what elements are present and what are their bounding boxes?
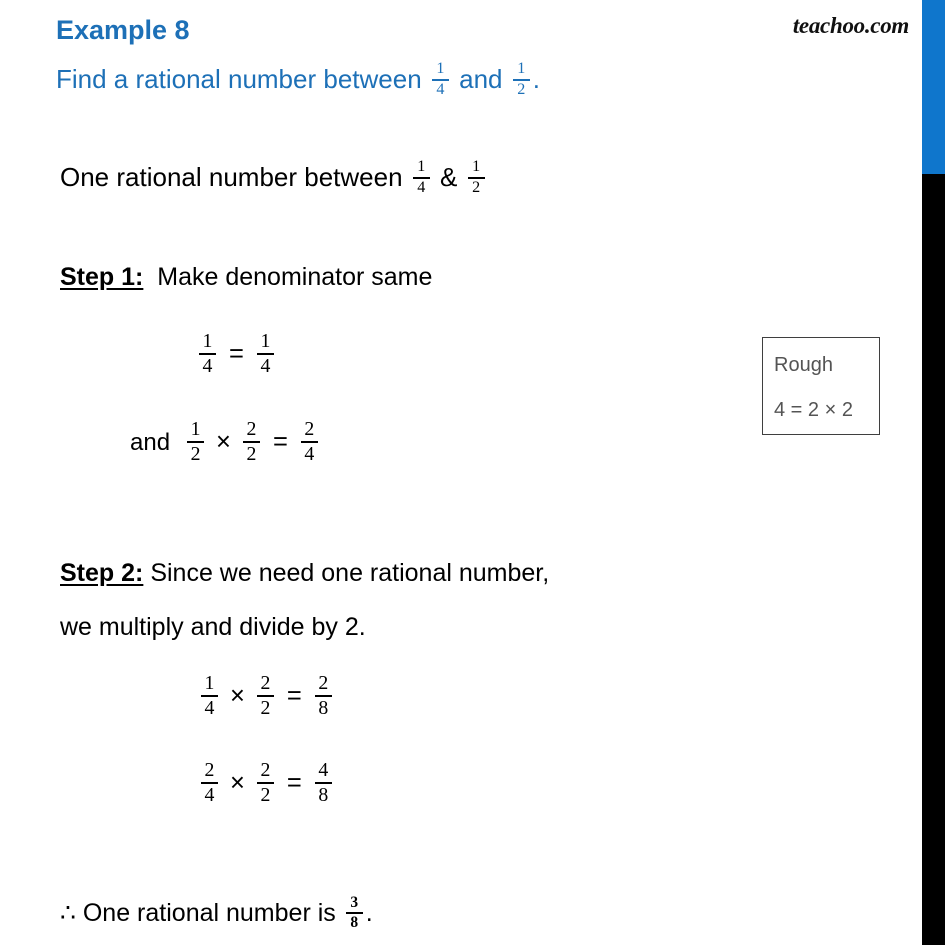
step-2-text-line1: Since we need one rational number,	[150, 559, 550, 587]
intro-prefix: One rational number between	[60, 161, 403, 192]
fraction-denominator: 2	[472, 178, 481, 196]
conclusion-statement: ∴ One rational number is 3 8 .	[60, 894, 373, 933]
fraction-numerator: 2	[260, 759, 271, 781]
fraction-one-half: 1 2	[467, 158, 485, 197]
fraction-one-half: 1 2	[512, 60, 530, 99]
fraction-numerator: 2	[318, 672, 329, 694]
multiply-sign: ×	[216, 428, 231, 457]
intro-joiner: &	[440, 161, 458, 192]
equals-sign: =	[286, 682, 302, 711]
question-statement: Find a rational number between 1 4 and 1…	[56, 60, 540, 100]
fraction-numerator: 2	[246, 418, 257, 440]
fraction-numerator: 1	[436, 60, 445, 77]
multiply-sign: ×	[230, 682, 245, 711]
fraction-numerator: 2	[204, 759, 215, 781]
fraction-denominator: 4	[304, 442, 315, 465]
equals-sign: =	[286, 769, 302, 798]
question-prefix: Find a rational number between	[56, 63, 422, 94]
fraction-2-over-4: 24	[201, 760, 218, 806]
equation-step2-2: 2 4 × 2 2 = 4 8	[198, 759, 335, 807]
fraction-numerator: 2	[260, 672, 271, 694]
step-1-heading: Step 1: Make denominator same	[60, 265, 432, 290]
fraction-denominator: 8	[318, 783, 329, 806]
fraction-2-over-2: 22	[242, 418, 260, 465]
fraction-2-over-2: 22	[256, 759, 274, 806]
fraction-denominator: 2	[190, 442, 201, 465]
fraction-one-fourth: 1 4	[412, 158, 430, 197]
fraction-numerator: 1	[517, 60, 526, 77]
fraction-three-eighths: 3 8	[345, 894, 363, 932]
fraction-1-over-2: 12	[187, 418, 205, 465]
fraction-denominator: 8	[318, 696, 329, 719]
right-edge-blue-bar	[922, 0, 945, 174]
step-2-heading: Step 2: Since we need one rational numbe…	[60, 561, 549, 586]
rough-work-box: Rough 4 = 2 × 2	[762, 337, 880, 435]
equation-lead-word: and	[130, 428, 171, 456]
step-2-label: Step 2:	[60, 559, 144, 587]
right-edge-black-bar	[922, 174, 945, 945]
fraction-numerator: 1	[202, 330, 213, 352]
equals-sign: =	[272, 428, 288, 457]
step-2-text-line2-row: we multiply and divide by 2.	[60, 615, 366, 640]
fraction-one-fourth: 1 4	[431, 60, 449, 99]
teachoo-logo: teachoo.com	[792, 13, 909, 38]
step-1-label: Step 1:	[60, 263, 144, 291]
fraction-numerator: 1	[190, 418, 201, 440]
conclusion-suffix: .	[365, 898, 373, 927]
fraction-denominator: 4	[204, 783, 215, 806]
equals-sign: =	[229, 340, 244, 369]
equation-step2-1: 1 4 × 2 2 = 2 8	[198, 672, 335, 720]
fraction-denominator: 2	[246, 442, 257, 465]
multiply-sign: ×	[230, 769, 245, 798]
intro-statement: One rational number between 1 4 & 1 2	[60, 158, 488, 198]
fraction-4-over-8: 48	[314, 759, 332, 806]
fraction-numerator: 3	[350, 894, 359, 911]
fraction-1-over-4: 14	[256, 330, 274, 377]
question-suffix: .	[532, 63, 540, 94]
rough-box-title: Rough	[774, 354, 833, 376]
fraction-2-over-4: 24	[300, 418, 318, 465]
fraction-denominator: 4	[436, 80, 445, 98]
document-page: Example 8 Find a rational number between…	[0, 0, 922, 945]
therefore-icon: ∴	[60, 898, 76, 927]
fraction-denominator: 2	[517, 80, 526, 98]
equation-step1-1: 1 4 = 1 4	[196, 330, 277, 378]
fraction-2-over-2: 22	[256, 672, 274, 719]
equation-step1-2: and 1 2 × 2 2 = 2 4	[130, 418, 321, 466]
fraction-denominator: 4	[260, 354, 271, 377]
question-joiner: and	[459, 63, 503, 94]
fraction-denominator: 8	[350, 914, 359, 932]
fraction-numerator: 1	[204, 672, 215, 694]
fraction-numerator: 2	[304, 418, 315, 440]
fraction-numerator: 1	[260, 330, 271, 352]
conclusion-prefix: One rational number is	[82, 898, 336, 927]
step-2-text-line2: we multiply and divide by 2.	[60, 613, 366, 641]
fraction-numerator: 1	[472, 158, 481, 175]
fraction-1-over-4: 14	[201, 673, 218, 719]
fraction-denominator: 2	[260, 696, 271, 719]
fraction-numerator: 1	[417, 158, 426, 175]
page-title: Example 8	[56, 15, 190, 45]
fraction-2-over-8: 28	[314, 672, 332, 719]
fraction-denominator: 4	[417, 178, 426, 196]
fraction-1-over-4: 14	[199, 331, 216, 377]
step-1-text: Make denominator same	[157, 263, 433, 291]
fraction-numerator: 4	[318, 759, 329, 781]
rough-box-body: 4 = 2 × 2	[774, 399, 853, 421]
fraction-denominator: 4	[202, 354, 213, 377]
fraction-denominator: 2	[260, 783, 271, 806]
fraction-denominator: 4	[204, 696, 215, 719]
